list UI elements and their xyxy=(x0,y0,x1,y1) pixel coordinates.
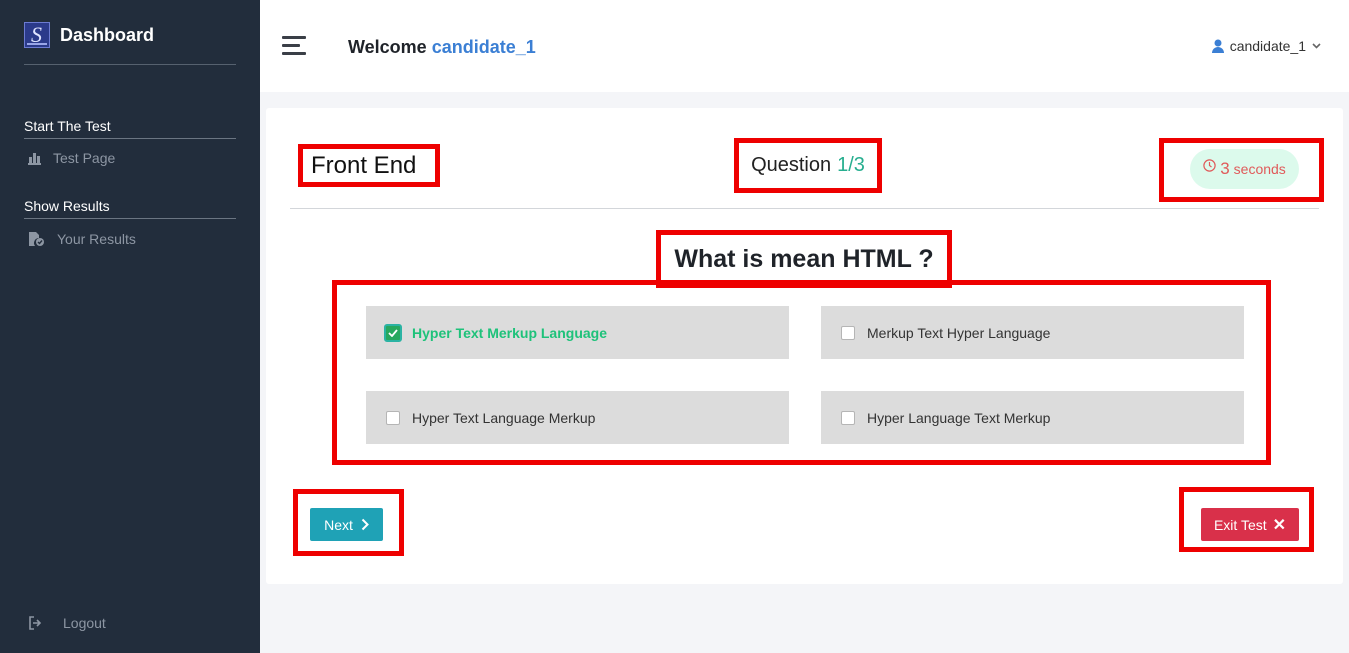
user-menu-dropdown[interactable]: candidate_1 xyxy=(1211,38,1321,54)
option-checkbox[interactable] xyxy=(386,410,400,425)
sidebar-item-label: Test Page xyxy=(53,150,116,166)
brand[interactable]: S Dashboard xyxy=(24,22,154,48)
checkmark-icon xyxy=(388,328,398,337)
exit-label: Exit Test xyxy=(1213,516,1267,533)
file-check-icon xyxy=(29,231,44,246)
test-category-title: Front End xyxy=(298,144,440,187)
user-icon xyxy=(1211,39,1224,53)
sidebar-item-test-page[interactable]: Test Page xyxy=(28,150,115,166)
option-checkbox[interactable] xyxy=(841,410,855,425)
hamburger-menu-icon[interactable] xyxy=(282,36,306,56)
timer-unit: seconds xyxy=(1233,161,1286,177)
option-checkbox-checked[interactable] xyxy=(384,323,402,342)
answer-option-3[interactable]: Hyper Text Language Merkup xyxy=(366,391,789,444)
option-checkbox[interactable] xyxy=(841,325,855,340)
question-progress: 1/3 xyxy=(837,154,865,176)
logout-button[interactable]: Logout xyxy=(28,615,106,631)
sidebar-item-your-results[interactable]: Your Results xyxy=(28,231,136,247)
bar-chart-icon xyxy=(28,152,41,165)
option-label: Hyper Text Merkup Language xyxy=(412,324,608,341)
logout-label: Logout xyxy=(63,615,106,631)
option-label: Hyper Text Language Merkup xyxy=(412,409,596,426)
welcome-prefix: Welcome xyxy=(348,37,427,57)
topbar: Welcome candidate_1 candidate_1 xyxy=(260,0,1349,92)
section-title-start-test: Start The Test xyxy=(24,118,236,139)
question-label: Question xyxy=(751,154,832,176)
sidebar: S Dashboard Start The Test Test Page Sho… xyxy=(0,0,260,653)
brand-title: Dashboard xyxy=(60,24,155,45)
option-label: Hyper Language Text Merkup xyxy=(867,409,1051,426)
answer-option-2[interactable]: Merkup Text Hyper Language xyxy=(821,306,1244,359)
next-button[interactable]: Next xyxy=(310,508,383,541)
brand-logo: S xyxy=(24,22,50,48)
header-divider xyxy=(290,208,1319,209)
question-counter: Question 1/3 xyxy=(734,138,882,193)
user-menu-label: candidate_1 xyxy=(1229,38,1306,54)
close-icon: ✕ xyxy=(1272,516,1287,534)
chevron-down-icon xyxy=(1312,43,1321,49)
answer-option-1[interactable]: Hyper Text Merkup Language xyxy=(366,306,789,359)
exit-test-button[interactable]: Exit Test ✕ xyxy=(1201,508,1299,541)
option-label: Merkup Text Hyper Language xyxy=(867,324,1051,341)
sidebar-item-label: Your Results xyxy=(57,231,136,247)
next-label: Next xyxy=(324,516,353,533)
welcome-username: candidate_1 xyxy=(431,37,536,57)
section-title-show-results: Show Results xyxy=(24,198,236,219)
sign-out-icon xyxy=(29,616,42,630)
brand-divider xyxy=(24,64,236,65)
answer-option-4[interactable]: Hyper Language Text Merkup xyxy=(821,391,1244,444)
chevron-right-icon xyxy=(361,518,369,531)
timer-badge: 3 seconds xyxy=(1190,149,1299,189)
timer-value: 3 xyxy=(1220,159,1230,178)
welcome-message: Welcome candidate_1 xyxy=(348,37,536,58)
clock-icon xyxy=(1203,158,1216,172)
